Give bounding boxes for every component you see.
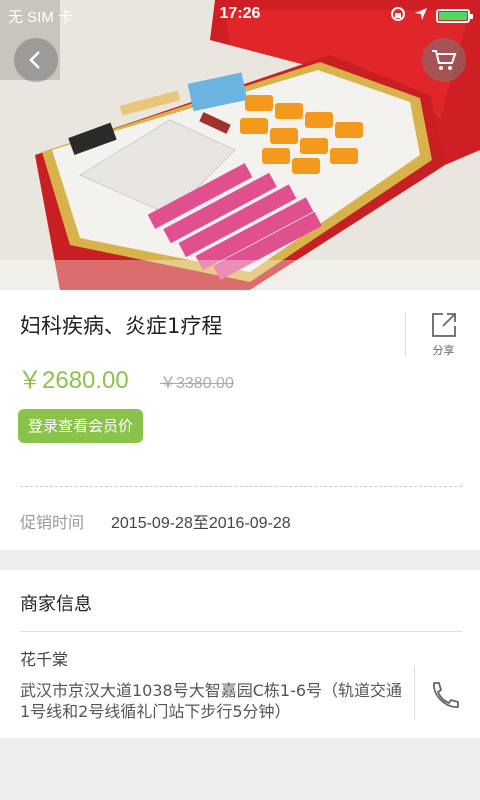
divider [414, 666, 415, 720]
lock-rotation-icon [390, 6, 406, 26]
cart-button[interactable] [422, 38, 466, 82]
back-button[interactable] [14, 38, 58, 82]
battery-icon [436, 9, 473, 23]
merchant-address: 武汉市京汉大道1038号大智嘉园C栋1-6号（轨道交通1号线和2号线循礼门站下步… [20, 681, 403, 721]
product-title: 妇科疾病、炎症1疗程 [20, 314, 223, 338]
promo-date: 2015-09-28至2016-09-28 [111, 515, 291, 532]
divider [20, 631, 462, 632]
promo-label: 促销时间 [20, 513, 85, 532]
cart-icon [432, 50, 457, 70]
phone-icon [433, 682, 459, 708]
merchant-name: 花千棠 [20, 650, 69, 669]
current-price: ￥2680.00 [18, 367, 129, 394]
share-button[interactable]: 分享 [405, 312, 480, 357]
member-price-button[interactable]: 登录查看会员价 [18, 409, 144, 443]
status-icons [390, 6, 473, 26]
back-icon [29, 51, 40, 69]
product-photo [0, 0, 480, 290]
merchant-heading: 商家信息 [20, 594, 92, 615]
divider [20, 486, 462, 487]
product-image [0, 0, 480, 290]
share-label: 分享 [432, 344, 455, 357]
original-price: ￥3380.00 [160, 375, 234, 392]
share-icon [432, 313, 456, 337]
status-bar: 无 SIM 卡 17:26 [0, 0, 480, 30]
location-icon [414, 7, 428, 25]
call-button[interactable] [428, 680, 462, 710]
